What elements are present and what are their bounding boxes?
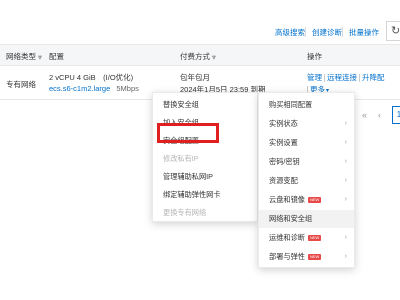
batch-operation-link[interactable]: 批量操作 (349, 27, 379, 38)
advanced-search-link[interactable]: 高级搜索 (275, 27, 305, 38)
refresh-icon: ↻ (391, 25, 400, 37)
menu-item-label: 密码/密钥 (269, 157, 300, 166)
chevron-right-icon: › (344, 234, 347, 241)
chevron-right-icon: › (344, 177, 347, 184)
action-divider (324, 74, 325, 83)
menu-item-resource-change[interactable]: 资源变配 › (259, 172, 354, 190)
header-config: 配置 (49, 52, 64, 61)
chevron-right-icon: › (344, 196, 347, 203)
first-page-button[interactable]: « (362, 110, 367, 124)
menu-item-change-vpc: 更换专有网络 (163, 208, 207, 217)
menu-item-disk-image[interactable]: 云盘和镜像 NEW › (259, 191, 354, 209)
menu-item-deploy-elastic[interactable]: 部署与弹性 NEW › (259, 248, 354, 266)
new-badge: NEW (307, 254, 322, 261)
create-diagnosis-link[interactable]: 创建诊断 (312, 27, 342, 38)
new-badge: NEW (307, 197, 322, 204)
cell-config-spec: 2 vCPU 4 GiB (I/O优化) (49, 73, 134, 82)
menu-item-label: 部署与弹性 (269, 252, 305, 261)
menu-item-replace-security-group[interactable]: 替换安全组 (153, 96, 257, 114)
menu-item-label: 运维和诊断 (269, 233, 305, 242)
cell-instance-config: ecs.s6-c1m2.large 5Mbps (49, 84, 139, 93)
manage-link[interactable]: 管理 (307, 73, 322, 82)
toolbar-divider (342, 27, 343, 37)
cell-actions-line1: 管理 远程连接 升降配 (307, 72, 385, 83)
menu-item-label: 实例设置 (269, 138, 298, 147)
toolbar: 高级搜索 创建诊断 批量操作 ↻ (0, 0, 400, 44)
chevron-right-icon: › (344, 158, 347, 165)
menu-item-network-security-group[interactable]: 网络和安全组 (259, 210, 354, 228)
instance-type-link[interactable]: ecs.s6-c1m2.large (49, 84, 110, 93)
menu-item-ops-diagnosis[interactable]: 运维和诊断 NEW › (259, 229, 354, 247)
menu-item-password-key[interactable]: 密码/密钥 › (259, 153, 354, 171)
remote-connect-link[interactable]: 远程连接 (327, 73, 357, 82)
filter-icon[interactable]: ⩔ (38, 54, 42, 61)
highlight-annotation (157, 123, 219, 143)
menu-item-buy-same-config[interactable]: 购买相同配置 (259, 96, 354, 114)
network-security-submenu: 替换安全组 加入安全组 安全组配置 修改私有IP 管理辅助私网IP 绑定辅助弹性… (152, 92, 258, 222)
header-network-type[interactable]: 网络类型 ⩔ (6, 51, 42, 62)
cell-network-type: 专有网络 (6, 80, 36, 89)
menu-item-modify-private-ip: 修改私有IP (163, 154, 199, 163)
menu-item-instance-status[interactable]: 实例状态 › (259, 115, 354, 133)
header-billing[interactable]: 付费方式 ⩔ (180, 51, 216, 62)
menu-item-label: 网络和安全组 (269, 214, 313, 223)
prev-page-button[interactable]: ‹ (378, 110, 381, 124)
header-label: 网络类型 (6, 52, 36, 61)
menu-item-label: 实例状态 (269, 119, 298, 128)
new-badge: NEW (307, 235, 322, 242)
filter-icon[interactable]: ⩔ (212, 54, 216, 61)
refresh-button[interactable]: ↻ (386, 21, 400, 41)
chevron-right-icon: › (344, 139, 347, 146)
page-number-current[interactable]: 1 (392, 106, 400, 124)
menu-item-bind-secondary-eni[interactable]: 绑定辅助弹性网卡 (153, 186, 257, 204)
chevron-right-icon: › (344, 120, 347, 127)
bandwidth-value: 5Mbps (116, 84, 139, 93)
action-divider (359, 74, 360, 83)
toolbar-divider (305, 27, 306, 37)
menu-item-manage-secondary-ip[interactable]: 管理辅助私网IP (153, 168, 257, 186)
chevron-right-icon: › (344, 253, 347, 260)
upgrade-link[interactable]: 升降配 (362, 73, 385, 82)
menu-item-label: 购买相同配置 (269, 100, 313, 109)
table-header: 网络类型 ⩔ 配置 付费方式 ⩔ 操作 (0, 44, 400, 66)
header-actions: 操作 (307, 52, 322, 61)
cell-billing-type: 包年包月 (180, 73, 210, 82)
menu-item-label: 资源变配 (269, 176, 298, 185)
menu-item-instance-settings[interactable]: 实例设置 › (259, 134, 354, 152)
more-actions-menu: 购买相同配置 实例状态 › 实例设置 › 密码/密钥 › 资源变配 › 云盘和镜像 NEW… (258, 92, 355, 268)
header-label: 付费方式 (180, 52, 210, 61)
menu-item-label: 云盘和镜像 (269, 195, 305, 204)
